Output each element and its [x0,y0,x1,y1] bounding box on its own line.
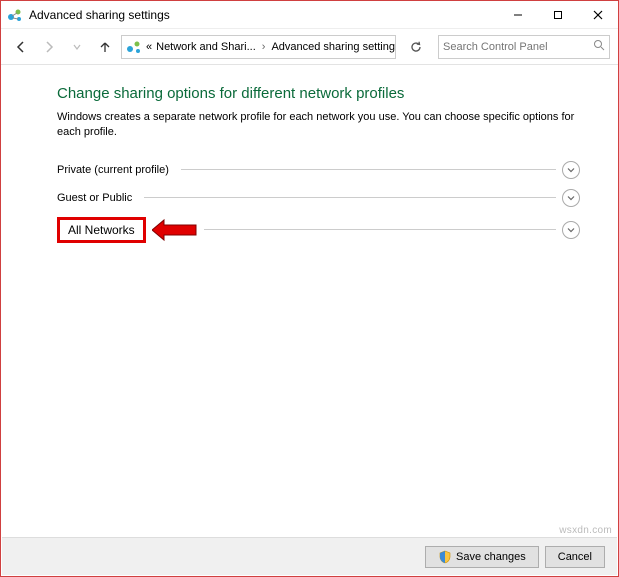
refresh-button[interactable] [404,35,428,59]
section-label-guest: Guest or Public [57,192,138,204]
watermark: wsxdn.com [559,525,612,536]
breadcrumb-crumb-1[interactable]: Network and Shari... [156,41,256,53]
minimize-button[interactable] [498,1,538,28]
back-button[interactable] [9,35,33,59]
shield-icon [438,550,452,564]
section-label-private: Private (current profile) [57,164,175,176]
window-title: Advanced sharing settings [29,8,498,22]
forward-button[interactable] [37,35,61,59]
page-heading: Change sharing options for different net… [57,85,590,102]
save-changes-label: Save changes [456,551,526,563]
recent-locations-button[interactable] [65,35,89,59]
maximize-button[interactable] [538,1,578,28]
cancel-label: Cancel [558,551,592,563]
up-button[interactable] [93,35,117,59]
titlebar: Advanced sharing settings [1,1,618,29]
annotation-arrow [152,218,198,242]
breadcrumb[interactable]: « Network and Shari... › Advanced sharin… [121,35,396,59]
breadcrumb-crumb-2[interactable]: Advanced sharing settings [271,41,396,53]
section-private[interactable]: Private (current profile) [57,156,590,184]
navbar: « Network and Shari... › Advanced sharin… [1,29,618,65]
footer: Save changes Cancel [2,537,617,575]
close-button[interactable] [578,1,618,28]
content-area: Change sharing options for different net… [1,65,618,248]
page-description: Windows creates a separate network profi… [57,110,577,140]
chevron-down-icon[interactable] [562,221,580,239]
chevron-down-icon[interactable] [562,189,580,207]
divider [144,197,556,198]
section-label-all-networks: All Networks [57,217,146,243]
window-controls [498,1,618,28]
breadcrumb-prefix: « [146,41,152,53]
cancel-button[interactable]: Cancel [545,546,605,568]
network-app-icon [7,7,23,23]
chevron-right-icon: › [260,41,268,53]
search-box[interactable] [438,35,610,59]
chevron-down-icon[interactable] [562,161,580,179]
search-input[interactable] [443,41,589,53]
divider [204,229,556,230]
divider [181,169,556,170]
section-all-networks[interactable]: All Networks [57,212,590,248]
search-icon [593,39,605,54]
save-changes-button[interactable]: Save changes [425,546,539,568]
network-app-icon [126,39,142,55]
section-guest-public[interactable]: Guest or Public [57,184,590,212]
